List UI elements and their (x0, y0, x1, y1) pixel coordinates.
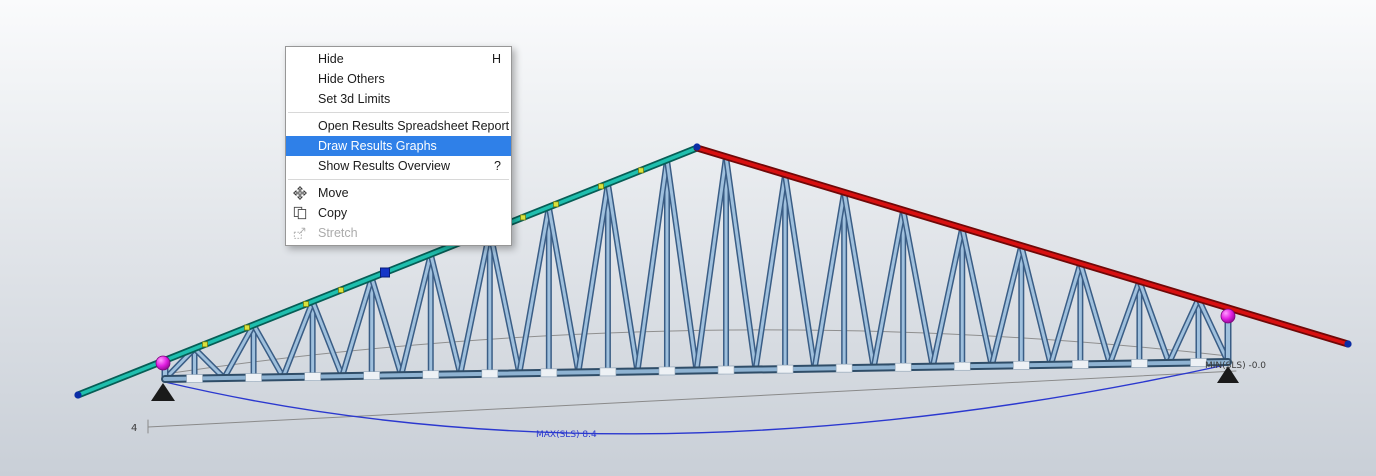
menu-item-move[interactable]: Move (286, 183, 511, 203)
max-sls-label: MAX(SLS) 8.4 (536, 430, 597, 440)
menu-item-hide-others[interactable]: Hide Others (286, 69, 511, 89)
menu-item-label: Open Results Spreadsheet Report (318, 119, 509, 133)
menu-item-label: Stretch (318, 226, 489, 240)
menu-separator (288, 112, 509, 113)
menu-item-label: Draw Results Graphs (318, 139, 489, 153)
menu-item-copy[interactable]: Copy (286, 203, 511, 223)
menu-item-label: Show Results Overview (318, 159, 482, 173)
menu-item-show-results-overview[interactable]: Show Results Overview ? (286, 156, 511, 176)
menu-item-hide[interactable]: Hide H (286, 49, 511, 69)
stretch-icon (293, 226, 307, 240)
move-icon (293, 186, 307, 200)
menu-item-shortcut: ? (494, 159, 501, 173)
context-menu: Hide H Hide Others Set 3d Limits Open Re… (285, 46, 512, 246)
menu-separator (288, 179, 509, 180)
application-window: MAX(SLS) 8.4 MIN(SLS) -0.0 4 Hide H Hide… (0, 0, 1376, 476)
menu-item-label: Hide (318, 52, 480, 66)
menu-item-stretch: Stretch (286, 223, 511, 243)
menu-item-draw-results-graphs[interactable]: Draw Results Graphs (286, 136, 511, 156)
min-sls-label: MIN(SLS) -0.0 (1205, 361, 1266, 371)
menu-item-label: Copy (318, 206, 489, 220)
copy-icon (293, 206, 307, 220)
truss-members-group (74, 143, 1351, 433)
menu-item-open-results-spreadsheet-report[interactable]: Open Results Spreadsheet Report (286, 116, 511, 136)
menu-item-label: Hide Others (318, 72, 489, 86)
menu-item-set-3d-limits[interactable]: Set 3d Limits (286, 89, 511, 109)
dimension-label: 4 (131, 423, 137, 434)
menu-item-shortcut: H (492, 52, 501, 66)
menu-item-label: Set 3d Limits (318, 92, 489, 106)
menu-item-label: Move (318, 186, 489, 200)
truss-model-canvas[interactable]: MAX(SLS) 8.4 MIN(SLS) -0.0 4 (0, 0, 1376, 476)
